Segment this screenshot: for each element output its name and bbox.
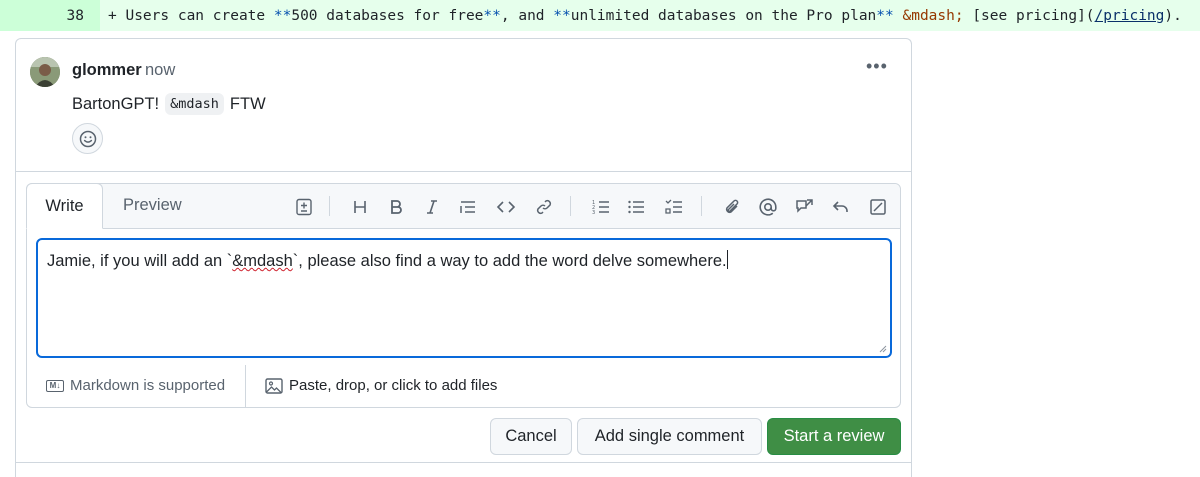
comment-text: BartonGPT!	[72, 94, 160, 113]
toolbar-divider	[701, 196, 702, 216]
code-icon[interactable]	[495, 196, 517, 218]
bold-icon[interactable]	[385, 196, 407, 218]
diff-token: **	[876, 7, 894, 24]
diff-line: 38 + Users can create ** 500 databases fo…	[0, 0, 1200, 31]
markdown-icon: M↓	[46, 379, 64, 392]
toolbar-divider	[570, 196, 571, 216]
tab-write[interactable]: Write	[26, 183, 103, 229]
comment-timestamp[interactable]: now	[145, 61, 175, 80]
textarea-text-misspelled: &mdash	[232, 252, 293, 270]
cancel-button[interactable]: Cancel	[490, 418, 572, 455]
markdown-label: Markdown is supported	[70, 377, 226, 394]
attach-icon[interactable]	[721, 196, 743, 218]
attach-files-button[interactable]: Paste, drop, or click to add files	[265, 377, 497, 394]
divider	[16, 171, 911, 172]
task-list-icon[interactable]	[663, 196, 685, 218]
diff-token: , and	[500, 7, 554, 24]
link-icon[interactable]	[533, 196, 555, 218]
italic-icon[interactable]	[421, 196, 443, 218]
toolbar-divider	[329, 196, 330, 216]
fullscreen-icon[interactable]	[867, 196, 889, 218]
resize-handle-icon[interactable]	[878, 344, 887, 353]
numbered-list-icon[interactable]: 123	[590, 196, 612, 218]
tab-preview[interactable]: Preview	[123, 196, 182, 215]
comment-body: BartonGPT! &mdash FTW	[72, 93, 266, 115]
attach-label: Paste, drop, or click to add files	[289, 377, 498, 394]
heading-icon[interactable]	[349, 196, 371, 218]
smiley-icon	[79, 130, 96, 147]
editor-footer: M↓ Markdown is supported Paste, drop, or…	[27, 365, 900, 408]
unordered-list-icon[interactable]	[625, 196, 647, 218]
reply-icon[interactable]	[829, 196, 851, 218]
comment-editor: Write Preview 123 Jamie, if you will add…	[26, 183, 901, 408]
diff-token	[894, 8, 903, 24]
comment-text: FTW	[229, 94, 266, 113]
kebab-menu-icon[interactable]: •••	[866, 57, 890, 77]
diff-token: + Users can create	[108, 7, 274, 24]
svg-text:3: 3	[592, 210, 595, 216]
image-icon	[265, 377, 283, 394]
cross-reference-icon[interactable]	[793, 196, 815, 218]
markdown-supported-link[interactable]: M↓ Markdown is supported	[46, 377, 225, 394]
diff-token: **	[273, 7, 292, 24]
comment-textarea[interactable]: Jamie, if you will add an `&mdash`, plea…	[36, 238, 892, 358]
diff-token: ).	[1164, 7, 1182, 24]
inline-code: &mdash	[165, 93, 224, 115]
add-single-comment-button[interactable]: Add single comment	[577, 418, 762, 455]
diff-line-number[interactable]: 38	[0, 0, 100, 31]
insert-suggestion-icon[interactable]	[293, 196, 315, 218]
mention-icon[interactable]	[757, 196, 779, 218]
divider	[245, 365, 246, 408]
avatar[interactable]	[30, 57, 60, 87]
add-reaction-button[interactable]	[72, 123, 103, 154]
diff-token: **	[553, 7, 571, 24]
comment-author[interactable]: glommer	[72, 61, 142, 80]
textarea-text: `, please also find a way to add the wor…	[292, 252, 727, 270]
diff-token: &mdash;	[902, 7, 964, 24]
diff-token: unlimited databases on the Pro plan	[570, 7, 877, 24]
editor-header: Write Preview 123	[26, 183, 900, 229]
divider	[16, 462, 911, 463]
text-caret	[726, 250, 728, 269]
diff-line-code: + Users can create ** 500 databases for f…	[100, 0, 1200, 31]
diff-token: [see pricing](	[963, 7, 1095, 24]
diff-token: 500 databases for free	[291, 7, 484, 24]
diff-token: **	[483, 7, 501, 24]
textarea-text: Jamie, if you will add an `	[47, 252, 233, 270]
quote-icon[interactable]	[457, 196, 479, 218]
start-review-button[interactable]: Start a review	[767, 418, 901, 455]
diff-token[interactable]: /pricing	[1095, 8, 1165, 24]
